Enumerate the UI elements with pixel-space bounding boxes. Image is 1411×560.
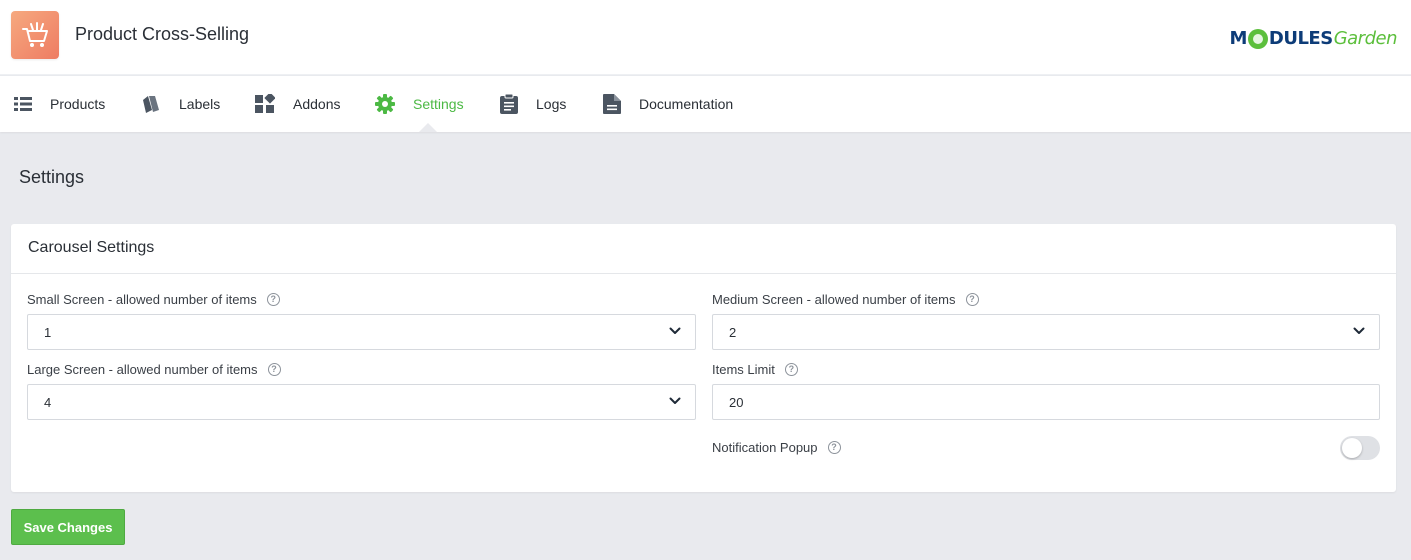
document-icon (603, 94, 621, 114)
clipboard-icon (500, 94, 518, 114)
main-nav: Products Labels Addons Settings Logs Doc… (0, 76, 1411, 132)
items-limit-label: Items Limit ? (712, 362, 798, 377)
small-screen-select[interactable]: 1 (27, 314, 696, 350)
globe-icon (1247, 29, 1268, 49)
app-header: Product Cross-Selling M DULES Garden (0, 0, 1411, 75)
chevron-down-icon (669, 327, 681, 334)
page-title: Settings (19, 167, 85, 187)
active-tab-indicator (419, 123, 437, 132)
toggle-knob (1342, 438, 1362, 458)
notification-popup-label: Notification Popup ? (712, 440, 841, 455)
chevron-down-icon (669, 397, 681, 404)
help-icon[interactable]: ? (965, 293, 979, 306)
nav-item-documentation[interactable]: Documentation (603, 76, 733, 132)
labels-icon (143, 96, 159, 113)
gear-icon (375, 94, 395, 114)
list-icon (14, 97, 32, 111)
panel-divider (11, 273, 1396, 274)
cart-icon (11, 11, 59, 59)
medium-screen-select[interactable]: 2 (712, 314, 1380, 350)
help-icon[interactable]: ? (266, 293, 280, 306)
large-screen-select[interactable]: 4 (27, 384, 696, 420)
nav-item-addons[interactable]: Addons (255, 76, 340, 132)
small-screen-label: Small Screen - allowed number of items ? (27, 292, 280, 307)
nav-item-logs[interactable]: Logs (500, 76, 566, 132)
large-screen-label: Large Screen - allowed number of items ? (27, 362, 281, 377)
medium-screen-label: Medium Screen - allowed number of items … (712, 292, 979, 307)
help-icon[interactable]: ? (784, 363, 798, 376)
nav-item-products[interactable]: Products (14, 76, 105, 132)
carousel-settings-panel: Carousel Settings Small Screen - allowed… (11, 224, 1396, 492)
save-changes-button[interactable]: Save Changes (11, 509, 125, 545)
addons-icon (255, 94, 275, 113)
chevron-down-icon (1353, 327, 1365, 334)
app-title: Product Cross-Selling (75, 24, 250, 44)
panel-title: Carousel Settings (28, 239, 155, 256)
help-icon[interactable]: ? (827, 441, 841, 454)
items-limit-input[interactable] (712, 384, 1380, 420)
nav-item-labels[interactable]: Labels (141, 76, 220, 132)
help-icon[interactable]: ? (267, 363, 281, 376)
notification-popup-toggle[interactable] (1340, 436, 1380, 460)
modulesgarden-logo: M DULES Garden (1229, 27, 1398, 49)
